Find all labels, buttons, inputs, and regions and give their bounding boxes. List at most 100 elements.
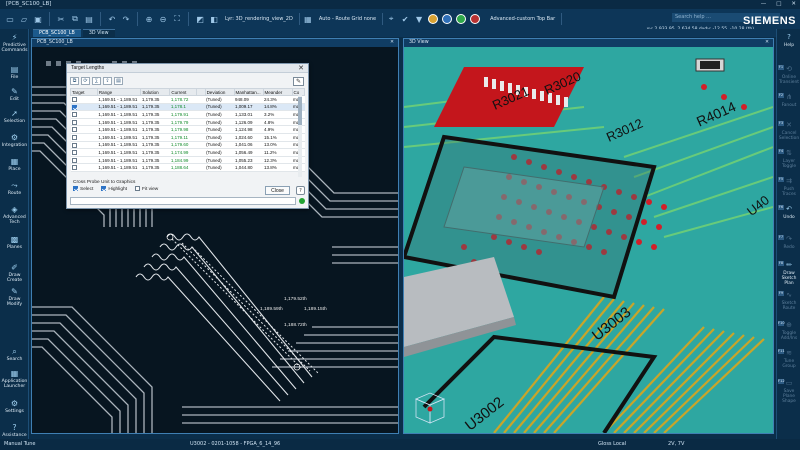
column-header[interactable]: Solution <box>140 88 171 96</box>
sidebar-item-assistance[interactable]: ? Assistance <box>0 423 29 438</box>
column-header[interactable]: Current <box>169 88 198 96</box>
sidebar-item-edit[interactable]: ✎ Edit <box>0 87 29 102</box>
sidebar-item-file[interactable]: ▤ File <box>0 65 29 80</box>
function-key-undo[interactable]: F6 ↶ Undo <box>777 205 800 220</box>
close-icon[interactable]: ✕ <box>791 0 796 9</box>
layer-icon[interactable]: ◧ <box>208 13 220 25</box>
table-row[interactable]: 1,169.51 - 1,189.51 1,179.35 1,174.99 (Tune… <box>70 148 305 157</box>
sidebar-item-advanced[interactable]: ◈ Advanced Tech <box>0 205 29 225</box>
tab-3d-view[interactable]: 3D View <box>82 29 115 37</box>
3d-pane-close-icon[interactable]: ✕ <box>765 39 769 47</box>
function-key-redo[interactable]: F7 ↷ Redo <box>777 235 800 250</box>
new-icon[interactable]: ▭ <box>4 13 16 25</box>
redo-toolbar-icon[interactable]: ↷ <box>120 13 132 25</box>
highlight-red-icon[interactable] <box>470 14 481 24</box>
table-row[interactable]: 1,169.51 - 1,189.51 1,179.35 1,179.98 (Tune… <box>70 125 305 134</box>
table-row[interactable]: 1,169.51 - 1,189.51 1,179.35 1,179.79 (Tune… <box>70 118 305 127</box>
save-icon[interactable]: ▣ <box>32 13 44 25</box>
refresh-icon[interactable]: ⟳ <box>81 77 90 85</box>
sidebar-item-integration[interactable]: ⚙ Integration <box>0 133 29 148</box>
pcb-pane-close-icon[interactable]: ✕ <box>390 39 394 47</box>
function-key-online[interactable]: F1 ⟲ Online Transient <box>777 65 800 85</box>
tab-pcb[interactable]: PCB_SC100_LB <box>33 29 81 37</box>
function-key-fanout[interactable]: F2 ⋔ Fanout <box>777 93 800 108</box>
target-checkbox[interactable] <box>71 119 77 125</box>
column-header[interactable]: Target <box>70 88 98 96</box>
option-fit-view[interactable]: Fit view <box>135 186 158 192</box>
highlight-orange-icon[interactable] <box>428 14 439 24</box>
filter-icon[interactable]: ▼ <box>413 13 425 25</box>
minimize-icon[interactable]: — <box>761 0 767 9</box>
maximize-icon[interactable]: □ <box>776 0 781 9</box>
scheme-dropdown[interactable]: Advanced-custom Top Bar <box>487 13 563 25</box>
table-row[interactable]: 1,169.51 - 1,189.51 1,179.35 1,184.99 (Tune… <box>70 156 305 165</box>
cut-icon[interactable]: ✂ <box>55 13 67 25</box>
sidebar-item-search[interactable]: ⌕ Search <box>0 347 29 362</box>
sidebar-item-place[interactable]: ▦ Place <box>0 157 29 172</box>
target-checkbox[interactable] <box>71 127 77 133</box>
dialog-help-button[interactable]: ? <box>296 186 305 195</box>
highlight-blue-icon[interactable] <box>442 14 453 24</box>
grid-icon[interactable]: ▦ <box>302 13 314 25</box>
function-key-draw[interactable]: F8 ✏ Draw Sketch Plan <box>777 261 800 286</box>
sidebar-item-route[interactable]: ⤳ Route <box>0 181 29 196</box>
function-key-help[interactable]: ? Help <box>777 33 800 48</box>
copy-icon[interactable]: ⧉ <box>70 77 79 85</box>
undo-toolbar-icon[interactable]: ↶ <box>106 13 118 25</box>
zoom-in-icon[interactable]: ⊕ <box>143 13 155 25</box>
calculate-icon[interactable]: ∑ <box>92 77 101 85</box>
target-checkbox[interactable] <box>71 142 77 148</box>
sidebar-item-application[interactable]: ▦ Application Launcher <box>0 369 29 389</box>
column-header[interactable]: Meander <box>262 88 293 96</box>
sidebar-item-planes[interactable]: ▩ Planes <box>0 235 29 250</box>
open-folder-icon[interactable]: ▱ <box>18 13 30 25</box>
layer-dropdown[interactable]: Lyr: 3D_rendering_view_2D <box>222 13 300 25</box>
highlight-green-icon[interactable] <box>456 14 467 24</box>
3d-view-pane[interactable]: 3D View ✕ R3020 R3021 R3012 R4014 U3003 … <box>403 38 774 434</box>
option-checkbox[interactable] <box>73 186 78 191</box>
option-checkbox[interactable] <box>101 186 107 191</box>
dialog-status-field[interactable] <box>70 197 296 205</box>
function-key-layer-toggle[interactable]: F4 ⇅ Layer Toggle <box>777 149 800 169</box>
target-checkbox[interactable] <box>71 104 77 110</box>
sidebar-item-settings[interactable]: ⚙ Settings <box>0 399 29 414</box>
zoom-out-icon[interactable]: ⊖ <box>157 13 169 25</box>
sidebar-item-selection[interactable]: ➚ Selection <box>0 109 29 124</box>
close-button[interactable]: Close <box>265 186 290 195</box>
display-control-icon[interactable]: ◩ <box>194 13 206 25</box>
option-highlight[interactable]: Highlight <box>101 186 127 192</box>
function-key-sketch[interactable]: F9 ∿ Sketch Route <box>777 291 800 311</box>
fit-board-icon[interactable]: ⛶ <box>171 13 183 25</box>
sidebar-item-predictive[interactable]: ⚡ Predictive Commands <box>0 33 29 53</box>
option-select[interactable]: Select <box>73 186 93 192</box>
target-checkbox[interactable] <box>71 112 77 118</box>
table-row[interactable]: 1,169.51 - 1,189.51 1,179.35 1,178.72 (Tune… <box>70 95 305 104</box>
target-checkbox[interactable] <box>71 157 77 163</box>
export-icon[interactable]: ⇪ <box>103 77 112 85</box>
table-row[interactable]: 1,169.51 - 1,189.51 1,179.35 1,179.11 (Tune… <box>70 133 305 142</box>
target-checkbox[interactable] <box>71 150 77 156</box>
function-key-cancel[interactable]: F3 ✕ Cancel Selection <box>777 121 800 141</box>
route-grid-dropdown[interactable]: Auto - Route Grid none <box>316 13 384 25</box>
dialog-close-icon[interactable]: ✕ <box>298 64 304 73</box>
column-header[interactable] <box>196 88 206 96</box>
column-header[interactable]: Deviation <box>204 88 235 96</box>
table-row[interactable]: 1,169.51 - 1,189.51 1,179.35 1,179.91 (Tune… <box>70 110 305 119</box>
target-checkbox[interactable] <box>71 96 77 102</box>
column-header[interactable]: Range <box>96 88 142 96</box>
paste-icon[interactable]: ▤ <box>83 13 95 25</box>
option-checkbox[interactable] <box>135 186 141 191</box>
function-key-tune[interactable]: F11 ≋ Tune Group <box>777 349 800 369</box>
copy-icon[interactable]: ⧉ <box>69 13 81 25</box>
function-key-push-traces[interactable]: F5 ⇉ Push Traces <box>777 177 800 197</box>
table-row[interactable]: 1,169.51 - 1,189.51 1,179.35 1,178.1 (Tuned… <box>70 103 305 112</box>
drc-icon[interactable]: ✔ <box>399 13 411 25</box>
column-header[interactable]: Manhattan... <box>233 88 264 96</box>
sidebar-item-draw[interactable]: ✐ Draw Create <box>0 263 29 283</box>
tune-tool-icon[interactable]: ✎ <box>293 77 304 86</box>
table-row[interactable]: 1,169.51 - 1,189.51 1,179.35 1,179.60 (Tune… <box>70 141 305 150</box>
table-scrollbar[interactable] <box>298 95 302 177</box>
print-icon[interactable]: ▤ <box>114 77 123 85</box>
measure-icon[interactable]: ⌖ <box>385 13 397 25</box>
table-row[interactable]: 1,169.51 - 1,189.51 1,179.35 1,188.64 (Tune… <box>70 163 305 172</box>
